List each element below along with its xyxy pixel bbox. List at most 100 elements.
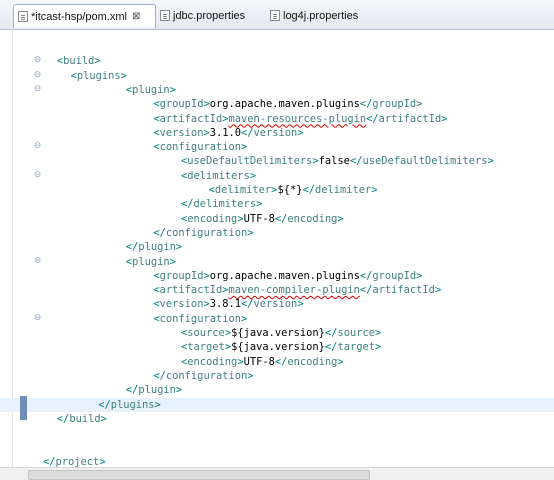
code-line[interactable]: <artifactId>maven-compiler-plugin</artif… [0,283,554,297]
tag-bracket: > [249,169,257,182]
code-line[interactable]: ⊖ <build> [0,54,554,68]
tag-bracket: > [99,455,106,468]
code-text: <groupId>org.apache.maven.plugins</group… [153,97,422,111]
tag-name: configuration [159,312,241,325]
tag-name: artifactId [378,112,442,125]
code-text: <configuration> [153,140,247,154]
fold-toggle-icon[interactable]: ⊖ [33,142,42,151]
code-text: </plugin> [126,383,182,397]
fold-toggle-icon[interactable]: ⊖ [33,56,42,65]
code-line[interactable]: ⊖ <configuration> [0,312,554,326]
element-text: ${java.version} [231,327,325,339]
misspelled-text: maven-resources-plugin [228,112,367,125]
tag-name: plugins [76,69,121,82]
code-line[interactable]: <groupId>org.apache.maven.plugins</group… [0,269,554,283]
code-line[interactable]: <encoding>UTF-8</encoding> [0,355,554,369]
tag-bracket: </ [274,355,288,368]
tag-bracket: > [374,327,382,339]
tab-jdbc-properties[interactable]: jdbc.properties [160,5,245,26]
code-line[interactable]: <target>${java.version}</target> [0,340,554,354]
code-line[interactable]: <source>${java.version}</source> [0,326,554,340]
xml-editor[interactable]: ⊖ <build> ⊖ <plugins> ⊖ <plugin> <groupId>org.… [0,30,554,480]
code-text: <configuration> [153,312,247,326]
code-line[interactable]: <groupId>org.apache.maven.plugins</group… [0,97,554,111]
code-line[interactable] [0,440,554,454]
tag-bracket: </ [43,455,56,468]
code-line[interactable]: <artifactId>maven-resources-plugin</arti… [0,112,554,126]
properties-file-icon [270,10,280,21]
tag-bracket: </ [274,212,288,225]
code-line[interactable] [0,40,554,54]
tab-pom-xml[interactable]: *itcast-hsp/pom.xml ⊠ [13,4,156,28]
element-text: UTF-8 [243,355,275,368]
code-line[interactable]: ⊖ <delimiters> [0,169,554,183]
code-text: <version>3.1.0</version> [153,126,303,140]
tag-bracket: > [374,341,382,354]
code-line[interactable] [0,426,554,440]
code-line[interactable]: ⊖ <plugin> [0,255,554,269]
code-line[interactable]: </plugin> [0,383,554,397]
code-line[interactable]: ⊖ <plugin> [0,83,554,97]
tag-bracket: > [416,98,423,111]
code-text: </delimiters> [181,197,262,211]
tag-bracket: </ [324,341,338,354]
xml-file-icon [18,11,28,22]
tag-bracket: </ [125,384,139,397]
horizontal-scrollbar[interactable] [0,467,554,480]
tag-name: artifactId [159,284,223,297]
tag-bracket: > [94,55,101,68]
code-text: </plugin> [126,240,182,254]
code-line[interactable]: ⊖ <plugins> [0,69,554,83]
code-line[interactable]: </build> [0,412,554,426]
tag-name: groupId [372,98,417,111]
code-text: </plugins> [98,398,161,412]
code-text: </build> [57,412,107,426]
tag-name: build [69,412,101,425]
fold-toggle-icon[interactable]: ⊖ [33,313,42,323]
tag-name: plugin [138,241,176,254]
fold-toggle-icon[interactable]: ⊖ [33,70,42,80]
code-line[interactable]: </delimiters> [0,197,554,211]
current-line-marker [20,396,27,420]
code-line[interactable]: </configuration> [0,226,554,240]
tag-bracket: </ [359,98,373,111]
tag-name: useDefaultDelimiters [362,155,488,168]
tag-bracket: > [169,83,176,96]
code-line[interactable]: </plugins> [0,397,554,412]
tag-bracket: </ [153,369,166,382]
tag-name: delimiter [314,184,372,196]
tag-name: encoding [187,355,238,368]
element-text: 3.1.0 [209,126,241,139]
code-line[interactable]: <version>3.1.0</version> [0,126,554,140]
fold-toggle-icon[interactable]: ⊖ [33,84,42,94]
tag-name: plugin [132,255,170,268]
fold-toggle-icon[interactable]: ⊖ [33,256,42,266]
close-tab-icon[interactable]: ⊠ [132,11,140,22]
tag-bracket: > [169,255,176,268]
code-line[interactable]: <useDefaultDelimiters>false</useDefaultD… [0,154,554,168]
tag-bracket: </ [366,112,379,125]
code-line[interactable]: <encoding>UTF-8</encoding> [0,212,554,226]
tag-name: plugin [132,83,170,96]
code-text: <delimiter>${*}</delimiter> [209,183,378,197]
fold-toggle-icon[interactable]: ⊖ [33,170,42,180]
code-line[interactable]: <version>3.8.1</version> [0,297,554,311]
tab-log4j-properties[interactable]: log4j.properties [270,5,358,26]
tag-bracket: > [100,412,107,425]
code-line[interactable]: </plugin> [0,240,554,254]
tag-bracket: </ [153,226,166,239]
tag-name: target [337,341,375,354]
code-line[interactable]: <delimiter>${*}</delimiter> [0,183,554,197]
properties-file-icon [160,10,170,21]
tag-bracket: > [247,226,254,239]
code-text: <delimiters> [181,169,256,183]
tag-name: artifactId [159,112,223,125]
code-line[interactable]: ⊖ <configuration> [0,140,554,154]
tag-bracket: > [256,198,263,211]
code-line[interactable]: </configuration> [0,369,554,383]
tag-bracket: > [416,269,423,282]
tag-bracket: > [434,284,442,297]
tag-name: encoding [287,212,338,225]
code-text: <plugin> [126,83,176,97]
element-text: UTF-8 [243,212,275,225]
